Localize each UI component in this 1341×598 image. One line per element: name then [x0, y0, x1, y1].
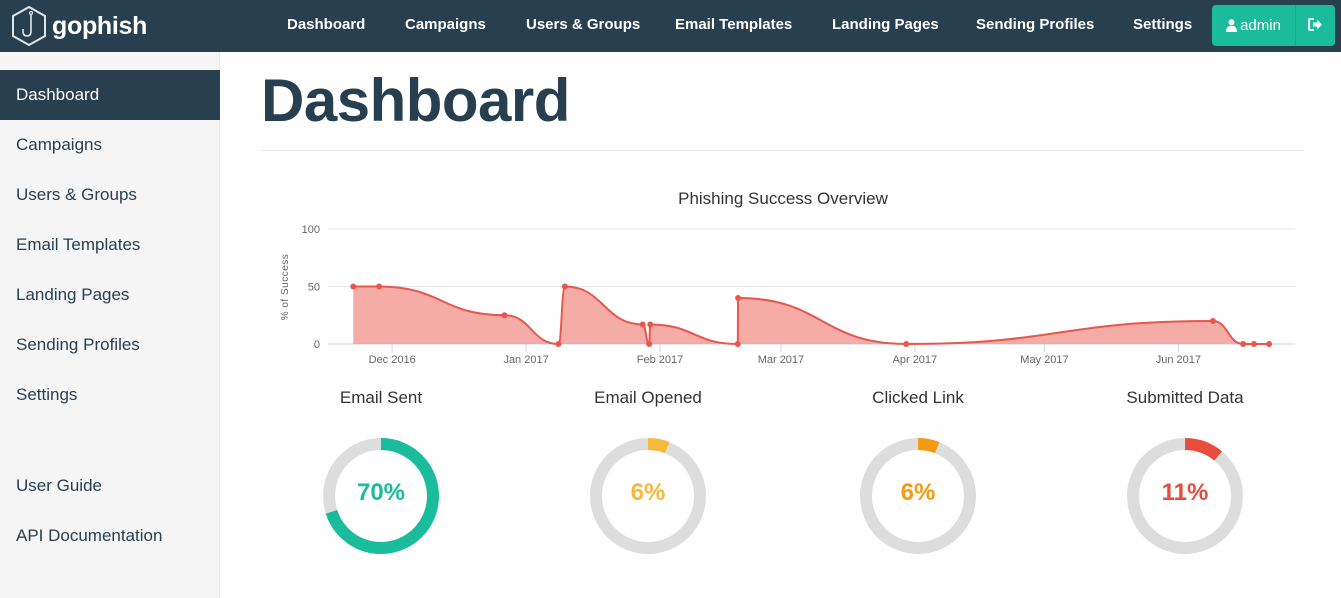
sidebar-item-email-templates[interactable]: Email Templates [0, 220, 220, 270]
data-point [903, 341, 910, 347]
email-opened-stat: Email Opened 6% [538, 388, 758, 568]
nav-settings[interactable]: Settings [1133, 16, 1192, 33]
data-point [501, 312, 508, 319]
y-tick-label: 50 [308, 282, 320, 294]
sign-out-icon [1308, 17, 1323, 34]
sidebar-item-user-guide[interactable]: User Guide [0, 461, 220, 511]
clicked-link-value: 6% [900, 479, 936, 506]
x-tick-label: Feb 2017 [637, 354, 683, 366]
submitted-data-label: Submitted Data [1126, 388, 1244, 407]
y-tick-label: 0 [314, 339, 320, 351]
title-divider [261, 150, 1304, 151]
data-point [376, 283, 383, 290]
x-tick-label: May 2017 [1020, 354, 1068, 366]
email-opened-label: Email Opened [594, 388, 702, 407]
logout-button[interactable] [1296, 5, 1335, 46]
nav-landing-pages[interactable]: Landing Pages [832, 16, 939, 33]
x-tick-label: Mar 2017 [758, 354, 804, 366]
data-point [735, 295, 742, 301]
data-point [1209, 318, 1216, 324]
data-point [1240, 341, 1247, 347]
user-icon [1226, 19, 1238, 32]
page-title: Dashboard [261, 67, 570, 134]
data-point [1250, 341, 1257, 347]
admin-label: admin [1240, 17, 1281, 34]
x-tick-label: Apr 2017 [893, 354, 938, 366]
submitted-data-stat: Submitted Data 11% [1075, 388, 1295, 568]
sidebar-item-landing-pages[interactable]: Landing Pages [0, 270, 220, 320]
brand-logo-link[interactable]: gophish [10, 5, 147, 47]
submitted-data-value: 11% [1161, 479, 1209, 506]
sidebar-item-sending-profiles[interactable]: Sending Profiles [0, 320, 220, 370]
email-opened-value: 6% [630, 479, 666, 506]
email-sent-label: Email Sent [339, 388, 423, 407]
data-point [1266, 341, 1273, 347]
phishing-success-timeline-chart: 0 50 100 Dec 2016 Jan 2017 Feb 2017 Mar 2017 Ap… [280, 224, 1295, 366]
timeline-chart-title: Phishing Success Overview [678, 189, 888, 208]
nav-users-groups[interactable]: Users & Groups [526, 16, 640, 33]
sidebar-item-dashboard[interactable]: Dashboard [0, 70, 220, 120]
brand-name: gophish [52, 11, 148, 40]
email-sent-stat: Email Sent 70% [271, 388, 491, 568]
clicked-link-label: Clicked Link [872, 388, 964, 407]
nav-dashboard[interactable]: Dashboard [287, 16, 365, 33]
user-button-group: admin [1212, 5, 1335, 46]
clicked-link-stat: Clicked Link 6% [808, 388, 1028, 568]
data-point [647, 321, 654, 328]
data-point [350, 283, 357, 290]
sidebar-item-campaigns[interactable]: Campaigns [0, 120, 220, 170]
admin-account-button[interactable]: admin [1212, 5, 1296, 46]
data-point [555, 341, 562, 347]
x-tick-label: Jan 2017 [503, 354, 548, 366]
nav-campaigns[interactable]: Campaigns [405, 16, 486, 33]
x-tick-label: Jun 2017 [1156, 354, 1201, 366]
nav-sending-profiles[interactable]: Sending Profiles [976, 16, 1094, 33]
y-tick-label: 100 [302, 224, 320, 236]
sidebar: Dashboard Campaigns Users & Groups Email… [0, 52, 220, 598]
hexagon-hook-icon [12, 5, 46, 47]
sidebar-item-api-documentation[interactable]: API Documentation [0, 511, 220, 561]
email-sent-value: 70% [356, 479, 406, 506]
data-point [639, 321, 646, 328]
x-tick-label: Dec 2016 [369, 354, 416, 366]
data-point [734, 341, 741, 347]
y-axis-label: % of Success [280, 254, 291, 321]
sidebar-item-users-groups[interactable]: Users & Groups [0, 170, 220, 220]
top-navbar: gophish Dashboard Campaigns Users & Grou… [0, 0, 1341, 52]
data-point [561, 283, 568, 290]
nav-email-templates[interactable]: Email Templates [675, 16, 792, 33]
sidebar-item-settings[interactable]: Settings [0, 370, 220, 420]
data-point [646, 341, 653, 347]
